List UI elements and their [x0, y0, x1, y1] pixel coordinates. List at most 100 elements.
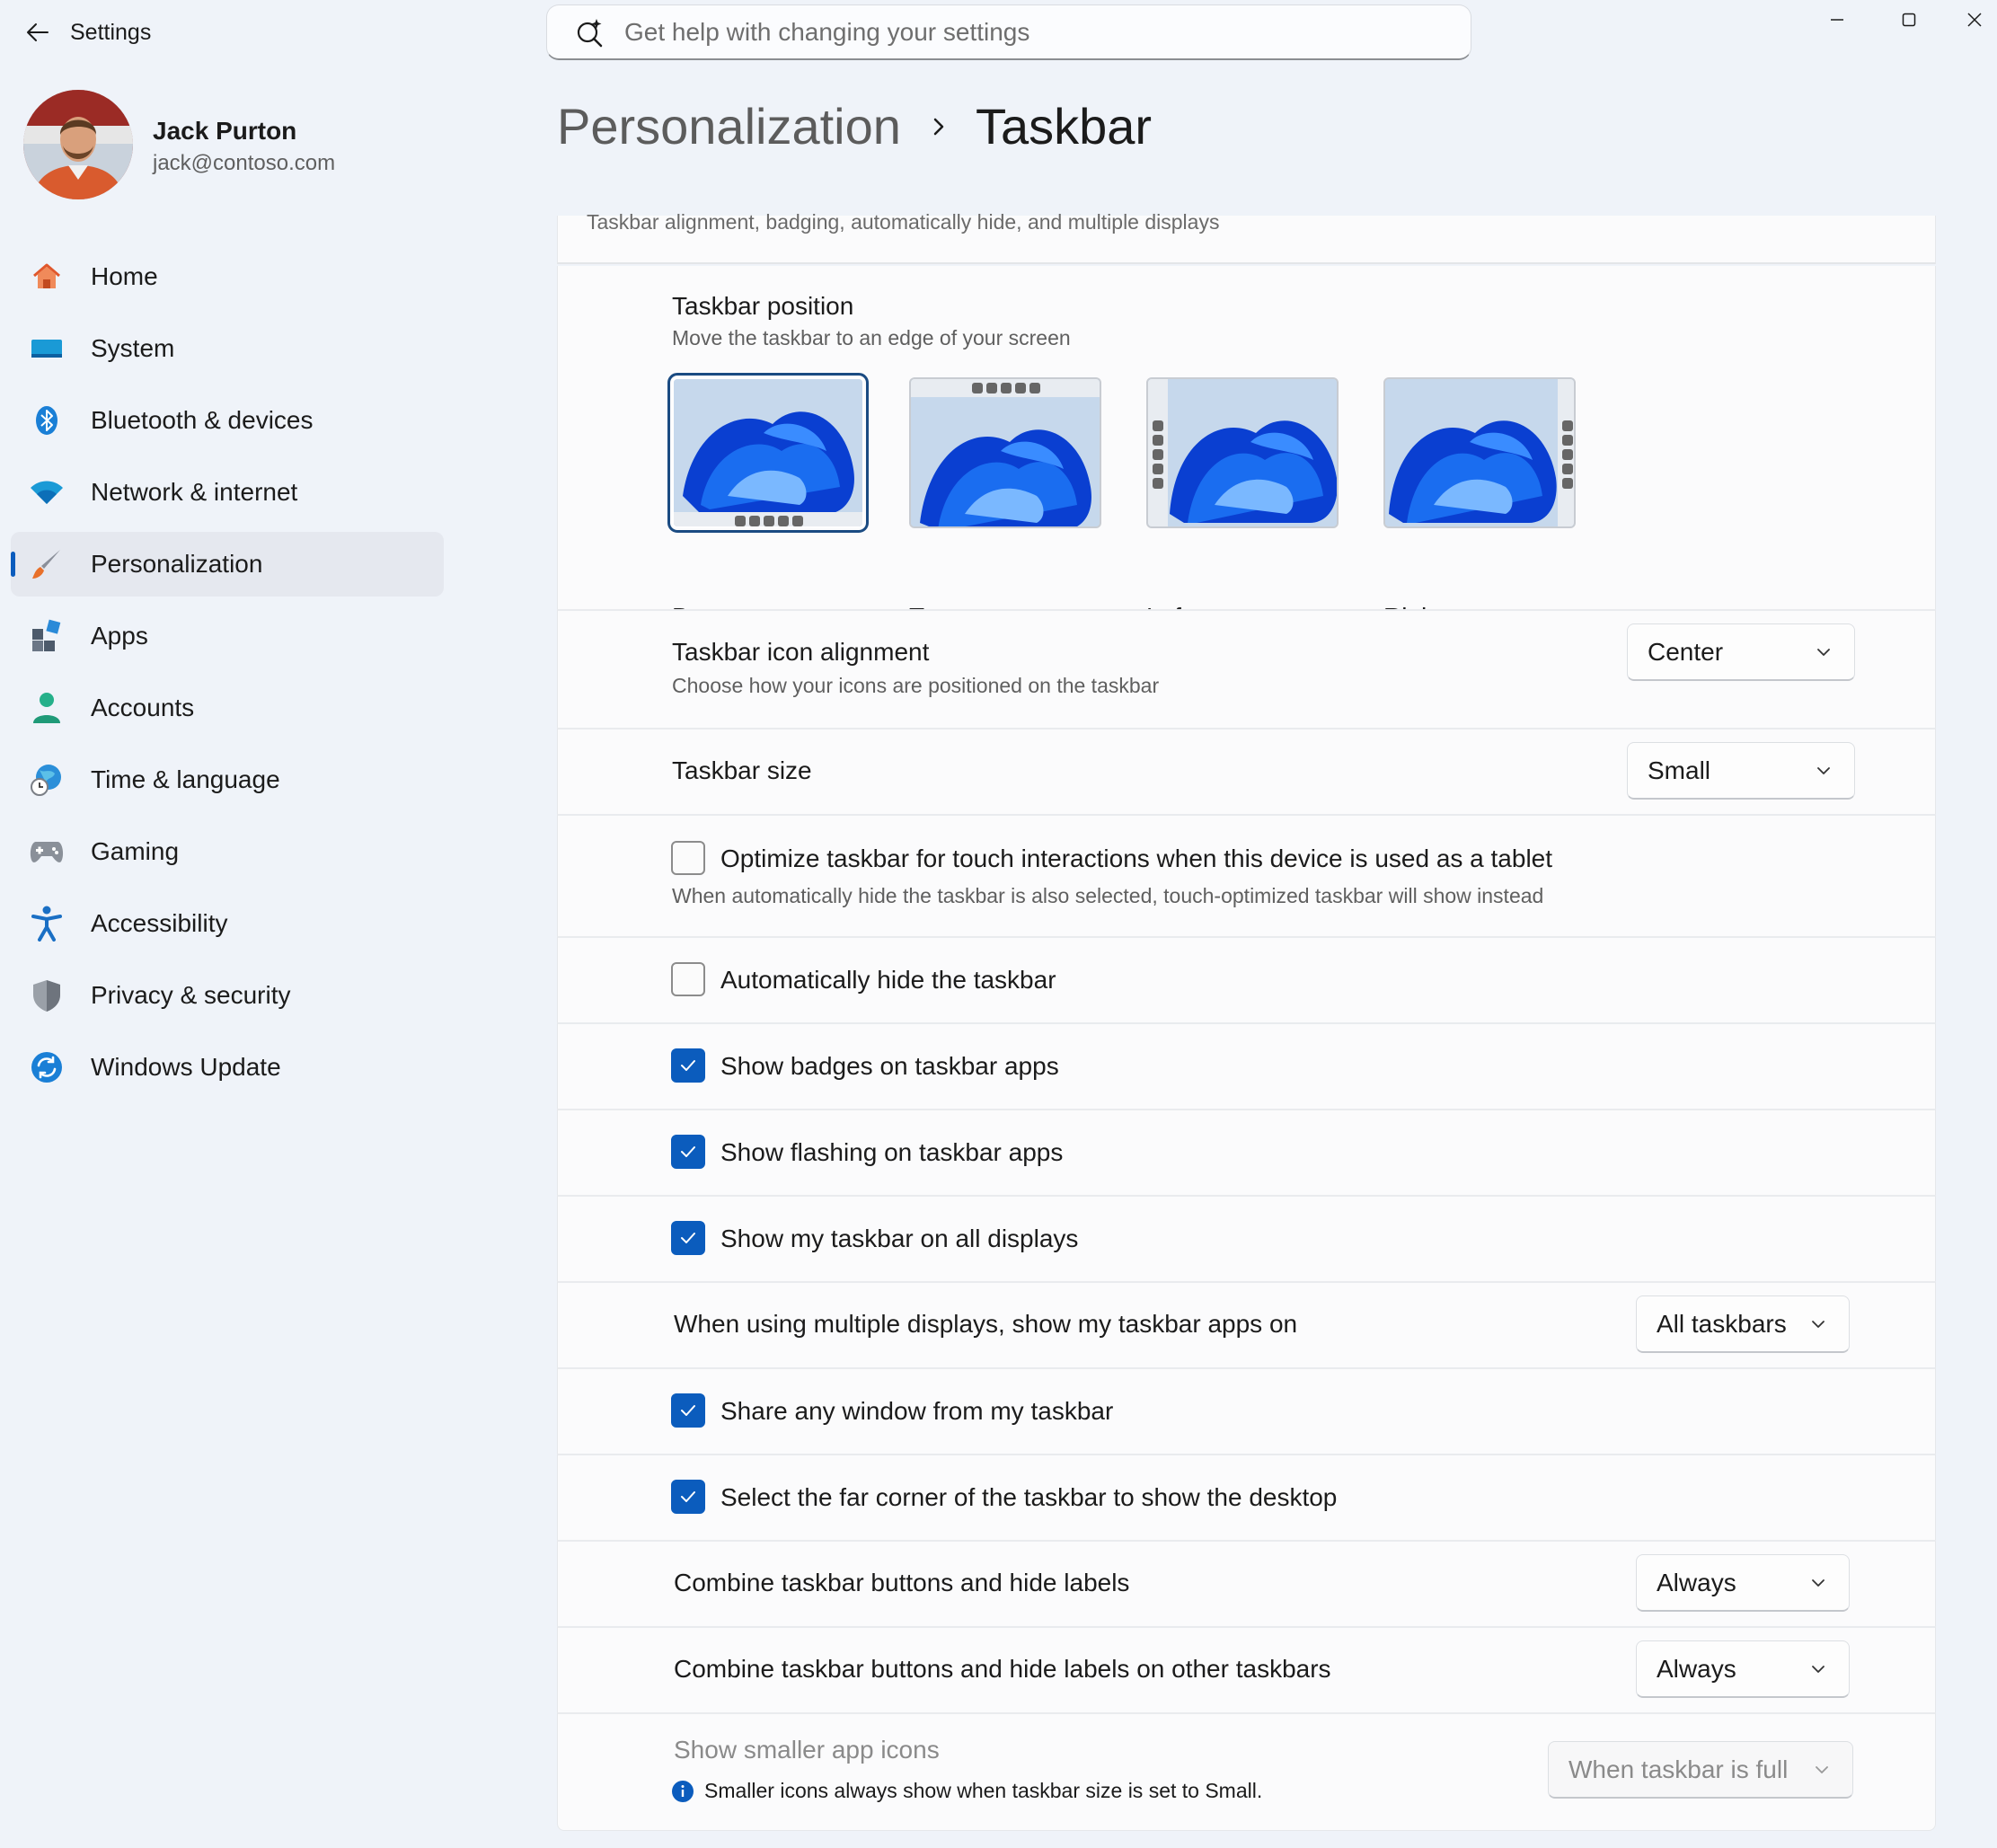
smaller-icons-row: Show smaller app icons Smaller icons alw…	[557, 1712, 1936, 1831]
search-sparkle-icon	[574, 16, 606, 49]
combine-buttons-dropdown[interactable]: Always	[1636, 1554, 1850, 1612]
icon-alignment-dropdown[interactable]: Center	[1627, 623, 1855, 681]
minimize-icon	[1831, 19, 1843, 21]
dropdown-value: When taskbar is full	[1568, 1755, 1789, 1783]
icon-alignment-title: Taskbar icon alignment	[672, 638, 930, 666]
sidebar-item-label: Personalization	[91, 550, 263, 578]
chevron-down-icon	[1812, 1665, 1825, 1673]
breadcrumb-parent[interactable]: Personalization	[557, 97, 901, 155]
show-flashing-checkbox[interactable]	[671, 1135, 705, 1169]
checkmark-icon	[681, 1060, 695, 1071]
checkmark-icon	[681, 1233, 695, 1243]
chevron-down-icon	[1817, 766, 1830, 774]
combine-other-title: Combine taskbar buttons and hide labels …	[674, 1655, 1331, 1683]
avatar-photo	[23, 90, 133, 199]
sidebar-nav: Home System Bluetooth & devices Network …	[11, 244, 444, 1107]
sidebar-item-apps[interactable]: Apps	[11, 604, 444, 668]
back-button[interactable]	[20, 14, 56, 50]
show-badges-row: Show badges on taskbar apps	[557, 1022, 1936, 1109]
auto-hide-row: Automatically hide the taskbar	[557, 936, 1936, 1022]
sidebar-item-label: Accounts	[91, 694, 195, 721]
all-displays-row: Show my taskbar on all displays	[557, 1195, 1936, 1281]
sidebar-item-network[interactable]: Network & internet	[11, 460, 444, 525]
touch-optimize-label: Optimize taskbar for touch interactions …	[720, 844, 1553, 872]
wallpaper-bloom-image	[911, 379, 1100, 526]
minimize-button[interactable]	[1810, 4, 1864, 36]
close-button[interactable]	[1948, 4, 1997, 36]
touch-optimize-row: Optimize taskbar for touch interactions …	[557, 814, 1936, 936]
checkmark-icon	[681, 1405, 695, 1416]
far-corner-checkbox[interactable]	[671, 1480, 705, 1514]
touch-optimize-subtitle: When automatically hide the taskbar is a…	[672, 884, 1544, 907]
far-corner-row: Select the far corner of the taskbar to …	[557, 1454, 1936, 1540]
dropdown-value: Always	[1657, 1568, 1736, 1596]
auto-hide-checkbox[interactable]	[671, 962, 705, 996]
app-title: Settings	[70, 20, 152, 45]
position-option-right[interactable]	[1383, 377, 1576, 528]
section-subtitle: Taskbar alignment, badging, automaticall…	[587, 210, 1220, 234]
chevron-down-icon	[1812, 1578, 1825, 1587]
show-badges-label: Show badges on taskbar apps	[720, 1052, 1059, 1080]
icon-alignment-row: Taskbar icon alignment Choose how your i…	[557, 609, 1936, 728]
position-option-left[interactable]	[1146, 377, 1339, 528]
chevron-down-icon	[1812, 1320, 1825, 1328]
sidebar-item-windows-update[interactable]: Windows Update	[11, 1035, 444, 1100]
dropdown-value: Always	[1657, 1654, 1736, 1683]
globe-clock-icon	[29, 762, 65, 798]
smaller-icons-dropdown[interactable]: When taskbar is full	[1548, 1741, 1853, 1799]
sidebar-item-accessibility[interactable]: Accessibility	[11, 891, 444, 956]
sidebar-item-system[interactable]: System	[11, 316, 444, 381]
taskbar-behaviors-header[interactable]: Taskbar alignment, badging, automaticall…	[557, 210, 1936, 264]
sidebar-item-time-language[interactable]: Time & language	[11, 747, 444, 812]
combine-other-row: Combine taskbar buttons and hide labels …	[557, 1626, 1936, 1712]
combine-buttons-title: Combine taskbar buttons and hide labels	[674, 1569, 1130, 1596]
far-corner-label: Select the far corner of the taskbar to …	[720, 1483, 1338, 1511]
chevron-down-icon	[1816, 1765, 1828, 1773]
user-email: jack@contoso.com	[153, 151, 336, 175]
brush-icon	[29, 546, 65, 582]
chevron-down-icon	[1817, 648, 1830, 656]
sidebar-item-accounts[interactable]: Accounts	[11, 676, 444, 740]
bluetooth-icon	[29, 402, 65, 438]
all-displays-checkbox[interactable]	[671, 1221, 705, 1255]
sidebar-item-label: Privacy & security	[91, 981, 291, 1009]
taskbar-position-title: Taskbar position	[672, 292, 854, 320]
taskbar-size-title: Taskbar size	[672, 756, 812, 784]
content-panel: Taskbar alignment, badging, automaticall…	[557, 210, 1936, 1833]
multi-display-apps-title: When using multiple displays, show my ta…	[674, 1310, 1298, 1338]
sidebar-item-label: System	[91, 334, 175, 362]
sidebar-item-gaming[interactable]: Gaming	[11, 819, 444, 884]
multi-display-apps-dropdown[interactable]: All taskbars	[1636, 1295, 1850, 1353]
share-window-checkbox[interactable]	[671, 1393, 705, 1428]
position-option-top[interactable]	[909, 377, 1101, 528]
multi-display-apps-row: When using multiple displays, show my ta…	[557, 1281, 1936, 1367]
avatar[interactable]	[23, 90, 133, 199]
taskbar-position-row: Taskbar position Move the taskbar to an …	[557, 266, 1936, 631]
all-displays-label: Show my taskbar on all displays	[720, 1225, 1079, 1252]
sidebar-item-label: Network & internet	[91, 478, 298, 506]
show-badges-checkbox[interactable]	[671, 1048, 705, 1083]
sidebar-item-home[interactable]: Home	[11, 244, 444, 309]
search-input[interactable]	[624, 17, 1433, 47]
combine-other-dropdown[interactable]: Always	[1636, 1640, 1850, 1698]
sidebar-item-bluetooth[interactable]: Bluetooth & devices	[11, 388, 444, 453]
maximize-button[interactable]	[1882, 4, 1936, 36]
sidebar-item-personalization[interactable]: Personalization	[11, 532, 444, 597]
position-option-bottom[interactable]	[667, 373, 869, 533]
sidebar-item-label: Bluetooth & devices	[91, 406, 314, 434]
shield-icon	[29, 977, 65, 1013]
sidebar-item-label: Apps	[91, 622, 148, 650]
close-icon	[1967, 13, 1982, 27]
search-box[interactable]	[546, 4, 1471, 60]
combine-buttons-row: Combine taskbar buttons and hide labels …	[557, 1540, 1936, 1626]
sidebar-item-label: Windows Update	[91, 1053, 281, 1081]
back-arrow-icon	[27, 23, 49, 41]
wallpaper-bloom-image	[1148, 379, 1337, 526]
user-name: Jack Purton	[153, 117, 297, 145]
home-icon	[29, 259, 65, 295]
sidebar-item-privacy[interactable]: Privacy & security	[11, 963, 444, 1028]
taskbar-size-dropdown[interactable]: Small	[1627, 742, 1855, 800]
apps-icon	[29, 618, 65, 654]
touch-optimize-checkbox[interactable]	[671, 841, 705, 875]
dropdown-value: Center	[1648, 637, 1724, 666]
